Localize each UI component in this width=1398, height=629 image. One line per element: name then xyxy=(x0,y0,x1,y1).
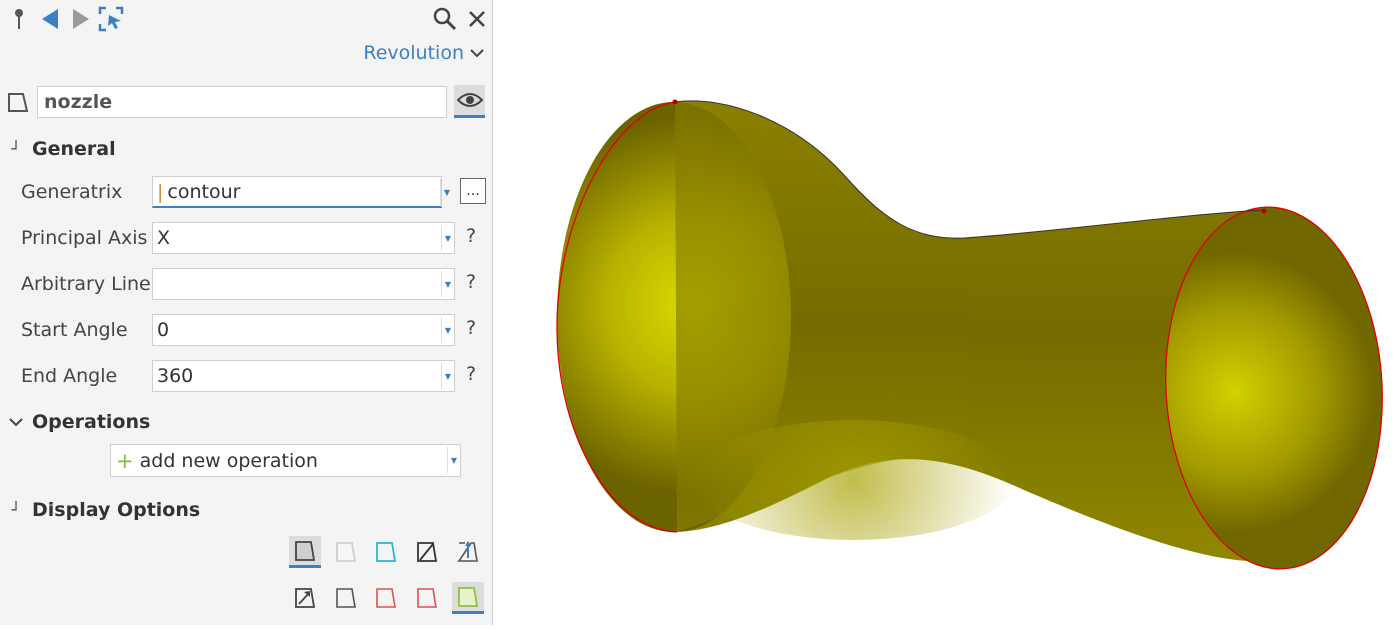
eye-icon xyxy=(456,93,483,107)
3d-viewport[interactable] xyxy=(494,0,1398,625)
text-cursor: | xyxy=(157,180,164,203)
section-operations-title: Operations xyxy=(32,411,151,433)
surface-type-icon xyxy=(6,90,30,118)
principal-axis-field[interactable]: X ▼ xyxy=(152,222,455,254)
display-outline-button[interactable] xyxy=(330,582,362,614)
add-operation-dropdown[interactable]: + add new operation ▼ xyxy=(110,444,461,477)
generatrix-value: contour xyxy=(167,180,241,203)
start-angle-value: 0 xyxy=(157,319,170,341)
collapse-corner-icon: ┘ xyxy=(11,140,21,158)
display-green-button[interactable] xyxy=(452,582,484,614)
start-angle-dropdown-arrow[interactable]: ▼ xyxy=(441,317,454,343)
principal-axis-help[interactable]: ? xyxy=(466,225,476,247)
section-general-title: General xyxy=(32,138,116,160)
chevron-down-icon xyxy=(8,413,24,431)
red-surface-alt-icon xyxy=(417,588,437,608)
arbitrary-line-help[interactable]: ? xyxy=(466,271,476,293)
feature-type-dropdown[interactable]: Revolution xyxy=(363,42,484,64)
seam-end-vertex xyxy=(1261,208,1267,214)
display-red-outline-alt-button[interactable] xyxy=(411,582,443,614)
surface-arrow-icon xyxy=(295,588,316,608)
generatrix-dropdown-arrow[interactable]: ▼ xyxy=(440,179,453,205)
principal-axis-value: X xyxy=(157,227,171,249)
cyan-surface-icon xyxy=(376,542,397,562)
collapse-corner-icon: ┘ xyxy=(11,501,21,519)
display-diagonal-button[interactable] xyxy=(411,536,443,568)
transparent-surface-icon xyxy=(336,542,357,562)
generatrix-label: Generatrix xyxy=(21,181,123,203)
end-angle-label: End Angle xyxy=(21,365,118,387)
add-operation-label: add new operation xyxy=(139,449,318,472)
end-angle-field[interactable]: 360 ▼ xyxy=(152,360,455,392)
arbitrary-line-field[interactable]: ▼ xyxy=(152,268,455,300)
feature-type-label: Revolution xyxy=(363,42,464,64)
section-display-options[interactable]: ┘ Display Options xyxy=(8,499,200,521)
nozzle-render xyxy=(556,99,1383,570)
seam-start-vertex xyxy=(672,99,678,105)
principal-axis-dropdown-arrow[interactable]: ▼ xyxy=(441,225,454,251)
select-cursor-icon[interactable] xyxy=(98,6,124,32)
green-surface-icon xyxy=(458,586,479,607)
pin-icon[interactable] xyxy=(6,6,32,32)
principal-axis-label: Principal Axis xyxy=(21,227,148,249)
search-icon[interactable] xyxy=(432,6,458,32)
arbitrary-line-label: Arbitrary Line xyxy=(21,273,151,295)
object-name-input[interactable] xyxy=(37,86,447,118)
close-icon[interactable] xyxy=(464,6,490,32)
surface-normal-icon xyxy=(457,541,478,562)
shaded-surface-icon xyxy=(295,540,316,561)
red-surface-icon xyxy=(376,588,396,608)
end-angle-value: 360 xyxy=(157,365,194,387)
section-display-title: Display Options xyxy=(32,499,201,521)
outline-surface-icon xyxy=(336,588,356,608)
start-angle-field[interactable]: 0 ▼ xyxy=(152,314,455,346)
start-angle-help[interactable]: ? xyxy=(466,317,476,339)
visibility-toggle[interactable] xyxy=(454,85,485,118)
display-normal-button[interactable] xyxy=(452,536,484,568)
display-cyan-outline-button[interactable] xyxy=(370,536,402,568)
display-transparent-button[interactable] xyxy=(330,536,362,568)
display-red-outline-button[interactable] xyxy=(370,582,402,614)
end-angle-help[interactable]: ? xyxy=(466,363,476,385)
arbitrary-line-dropdown-arrow[interactable]: ▼ xyxy=(441,271,454,297)
generatrix-browse-button[interactable]: ... xyxy=(460,178,486,204)
end-angle-dropdown-arrow[interactable]: ▼ xyxy=(441,363,454,389)
ellipsis-label: ... xyxy=(466,183,480,199)
properties-panel: Revolution ┘ General Generatrix | contou… xyxy=(0,0,493,625)
display-arrow-button[interactable] xyxy=(289,582,321,614)
plus-icon: + xyxy=(116,448,134,473)
generatrix-field[interactable]: | contour ▼ xyxy=(152,176,450,208)
start-angle-label: Start Angle xyxy=(21,319,128,341)
section-general[interactable]: ┘ General xyxy=(8,138,116,160)
section-operations[interactable]: Operations xyxy=(8,411,150,433)
chevron-down-icon xyxy=(470,49,484,58)
back-arrow-icon[interactable] xyxy=(37,6,63,32)
display-shaded-button[interactable] xyxy=(289,536,321,568)
add-operation-dropdown-arrow[interactable]: ▼ xyxy=(447,447,460,473)
diagonal-surface-icon xyxy=(417,542,438,562)
forward-arrow-icon[interactable] xyxy=(68,6,94,32)
